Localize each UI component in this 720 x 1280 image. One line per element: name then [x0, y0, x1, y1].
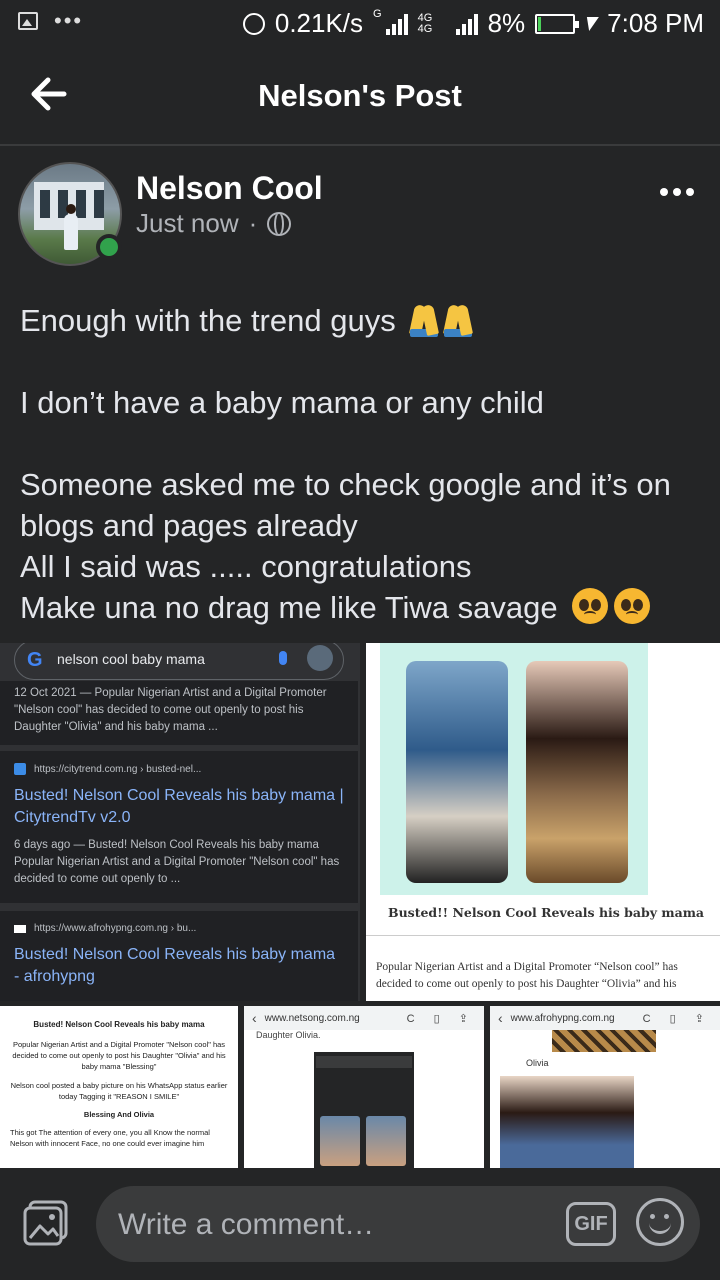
post-line: I don’t have a baby mama or any child — [20, 385, 544, 420]
praying-hands-icon — [410, 303, 439, 337]
battery-icon — [535, 13, 580, 34]
post-line: Enough with the trend guys — [20, 300, 710, 341]
comment-composer: Write a comment… GIF — [0, 1168, 720, 1280]
signal-2-icon — [455, 13, 478, 35]
google-search-bar: G nelson cool baby mama — [14, 643, 344, 680]
post-line: Someone asked me to check google and it’… — [20, 467, 671, 543]
account-avatar — [307, 645, 333, 671]
status-bar: ••• 0.21K/s G 4G 4G 8% 7:08 PM — [0, 0, 720, 50]
network-type: 4G 4G — [417, 11, 433, 35]
signal-icon — [385, 13, 408, 35]
comment-input[interactable]: Write a comment… GIF — [96, 1186, 700, 1262]
charging-icon — [583, 16, 600, 31]
photo-google-results[interactable]: G nelson cool baby mama 12 Oct 2021 — Po… — [0, 643, 360, 1001]
pleading-face-icon — [614, 588, 651, 624]
globe-icon — [267, 211, 292, 236]
battery-percent: 8% — [487, 8, 526, 38]
post-body: Enough with the trend guys I don’t have … — [20, 300, 710, 628]
online-status-dot — [96, 234, 122, 260]
search-result: 12 Oct 2021 — Popular Nigerian Artist an… — [0, 681, 358, 745]
post-line: Make una no drag me like Tiwa savage — [20, 587, 710, 628]
author-name[interactable]: Nelson Cool — [136, 170, 323, 207]
sim-label: G — [373, 8, 382, 20]
search-result: https://www.afrohypng.com.ng › bu... Bus… — [0, 911, 358, 1001]
page-title: Nelson's Post — [258, 78, 462, 113]
network-speed: 0.21K/s — [274, 8, 364, 38]
mic-icon — [279, 651, 287, 665]
photo-article-text[interactable]: Busted! Nelson Cool Reveals his baby mam… — [0, 1006, 238, 1168]
pleading-face-icon — [572, 588, 609, 624]
emoji-smile-icon[interactable] — [636, 1198, 684, 1246]
google-logo-icon: G — [27, 649, 43, 671]
gif-button[interactable]: GIF — [566, 1202, 616, 1246]
photo-netsong[interactable]: ‹ www.netsong.com.ng C ▯ ⇪ Daughter Olivia… — [244, 1006, 484, 1168]
site-favicon-icon — [14, 763, 26, 775]
app-bar: Nelson's Post — [0, 50, 720, 144]
post-meta: Just now · — [136, 208, 292, 239]
meta-separator: · — [248, 208, 258, 238]
header-divider — [0, 144, 720, 146]
clock: 7:08 PM — [607, 8, 704, 38]
man-photo — [406, 661, 508, 883]
more-options-icon[interactable] — [660, 188, 694, 196]
add-photo-icon[interactable] — [22, 1200, 70, 1246]
post-timestamp[interactable]: Just now — [136, 208, 239, 239]
more-notifications-icon: ••• — [54, 8, 84, 33]
photo-article[interactable]: Busted!! Nelson Cool Reveals his baby ma… — [366, 643, 720, 1001]
praying-hands-icon — [444, 303, 473, 337]
site-favicon-icon — [14, 924, 26, 933]
search-result: https://citytrend.com.ng › busted-nel...… — [0, 751, 358, 903]
image-notification-icon — [18, 12, 38, 30]
woman-child-photo — [526, 661, 628, 883]
photo-afrohypng[interactable]: ‹ www.afrohypng.com.ng C ▯ ⇪ Olivia — [490, 1006, 720, 1168]
post-line: All I said was ..... congratulations — [20, 549, 472, 584]
alarm-icon — [242, 12, 265, 35]
